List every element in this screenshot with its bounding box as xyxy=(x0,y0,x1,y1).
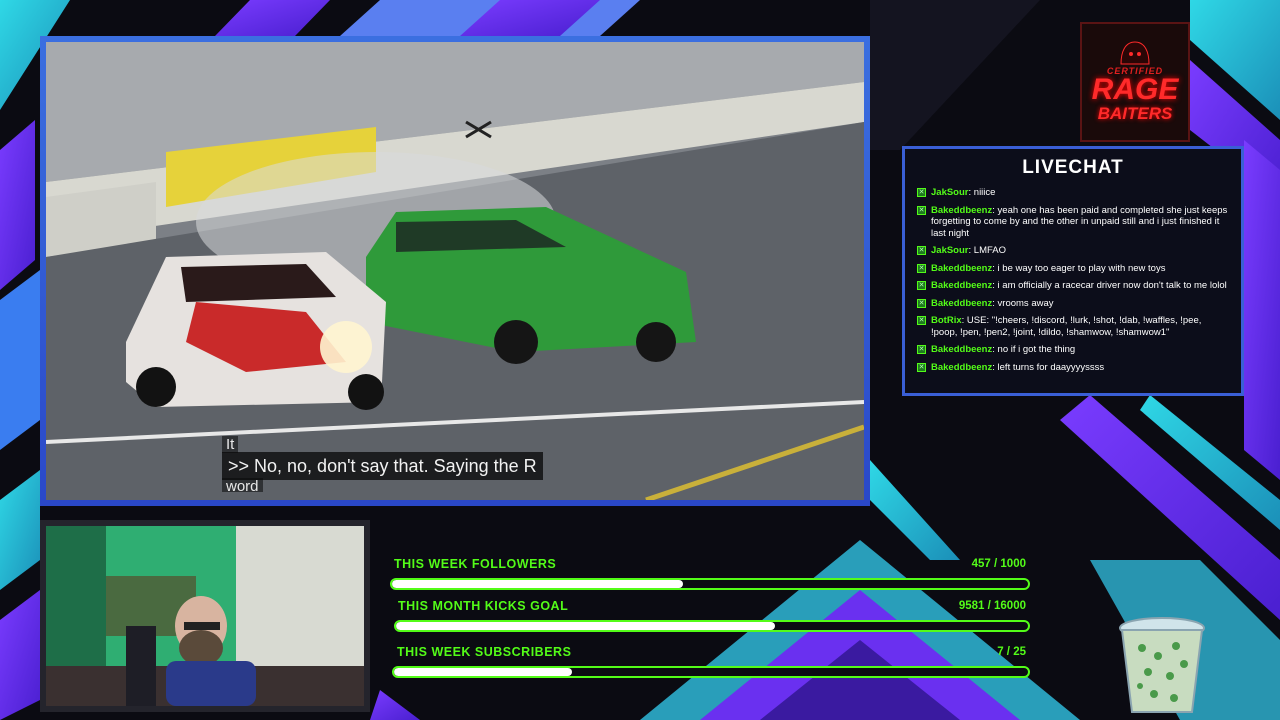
badge-icon: ✕ xyxy=(917,188,926,197)
goal-bar-followers xyxy=(390,578,1030,590)
chat-message: ✕ Bakeddbeenz: i be way too eager to play… xyxy=(917,262,1166,274)
channel-logo: CERTIFIED RAGE BAITERS xyxy=(1080,22,1190,142)
goal-bar-kicks xyxy=(394,620,1030,632)
goal-label-kicks: THIS MONTH KICKS GOAL xyxy=(398,599,569,613)
webcam-feed xyxy=(46,526,364,706)
badge-icon: ✕ xyxy=(917,246,926,255)
video-caption: >> No, no, don't say that. Saying the R xyxy=(222,452,543,480)
chat-message: ✕ Bakeddbeenz: vrooms away xyxy=(917,297,1054,309)
badge-icon: ✕ xyxy=(917,316,926,325)
chat-username[interactable]: JakSour xyxy=(931,245,969,256)
logo-main-text: RAGE xyxy=(1091,73,1179,106)
chat-username[interactable]: Bakeddbeenz xyxy=(931,280,992,291)
chat-username[interactable]: JakSour xyxy=(931,187,969,198)
caption-next-line: word xyxy=(222,478,263,492)
chat-username[interactable]: Bakeddbeenz xyxy=(931,344,992,355)
caption-prev-line: It xyxy=(222,436,239,453)
goal-label-followers: THIS WEEK FOLLOWERS xyxy=(394,557,557,571)
video-scene xyxy=(46,42,864,500)
goal-bar-subscribers xyxy=(392,666,1030,678)
chat-text: USE: "!cheers, !discord, !lurk, !shot, !… xyxy=(931,315,1202,338)
chat-text: left turns for daayyyyssss xyxy=(994,361,1105,373)
chat-text: no if i got the thing xyxy=(994,344,1076,355)
badge-icon: ✕ xyxy=(917,345,926,354)
video-player[interactable] xyxy=(46,42,864,500)
chat-username[interactable]: BotRix xyxy=(931,315,962,326)
hooded-figure-icon xyxy=(1120,41,1150,65)
chat-message: ✕ JakSour: niiice xyxy=(917,187,996,198)
chat-text: niiice xyxy=(971,187,996,198)
chat-text: LMFAO xyxy=(971,245,1006,256)
chat-message: ✕ Bakeddbeenz: no if i got the thing xyxy=(917,344,1076,355)
badge-icon: ✕ xyxy=(917,281,926,290)
chat-username[interactable]: Bakeddbeenz xyxy=(931,205,992,216)
chat-username[interactable]: Bakeddbeenz xyxy=(931,263,992,274)
goal-fill-subscribers xyxy=(394,668,572,676)
chat-username[interactable]: Bakeddbeenz xyxy=(931,362,992,373)
badge-icon: ✕ xyxy=(917,205,926,215)
chat-text: i am officially a racecar driver now don… xyxy=(994,280,1227,291)
white-red-race-car xyxy=(126,252,386,410)
chat-message: ✕ Bakeddbeenz: i am officially a racecar … xyxy=(917,280,1227,291)
goal-count-subscribers: 7 / 25 xyxy=(997,646,1026,658)
chat-text: vrooms away xyxy=(994,297,1054,309)
chat-text: i be way too eager to play with new toys xyxy=(994,262,1166,274)
webcam-frame xyxy=(40,520,370,712)
goal-fill-followers xyxy=(392,580,683,588)
streamer-scene xyxy=(46,526,364,706)
logo-sub-text: BAITERS xyxy=(1097,104,1173,123)
livechat-title: LIVECHAT xyxy=(1022,157,1124,178)
chat-message: ✕ Bakeddbeenz: left turns for daayyyyssss xyxy=(917,361,1105,373)
goal-label-subscribers: THIS WEEK SUBSCRIBERS xyxy=(397,645,572,659)
badge-icon: ✕ xyxy=(917,263,926,273)
livechat-panel: LIVECHAT ✕ JakSour: niiice ✕ Bakeddbeenz: … xyxy=(902,146,1244,396)
badge-icon: ✕ xyxy=(917,298,926,308)
goal-count-followers: 457 / 1000 xyxy=(971,558,1026,570)
goal-count-kicks: 9581 / 16000 xyxy=(958,600,1026,612)
chat-message: ✕ BotRix: USE: "!cheers, !discord, !lurk,… xyxy=(917,315,1202,338)
tip-cup-icon xyxy=(1119,617,1205,713)
chat-message: ✕ Bakeddbeenz: yeah one has been paid and… xyxy=(917,204,1228,239)
badge-icon: ✕ xyxy=(917,362,926,372)
video-player-frame xyxy=(40,36,870,506)
goal-fill-kicks xyxy=(396,622,775,630)
chat-message: ✕ JakSour: LMFAO xyxy=(917,245,1006,256)
chat-username[interactable]: Bakeddbeenz xyxy=(931,298,992,309)
